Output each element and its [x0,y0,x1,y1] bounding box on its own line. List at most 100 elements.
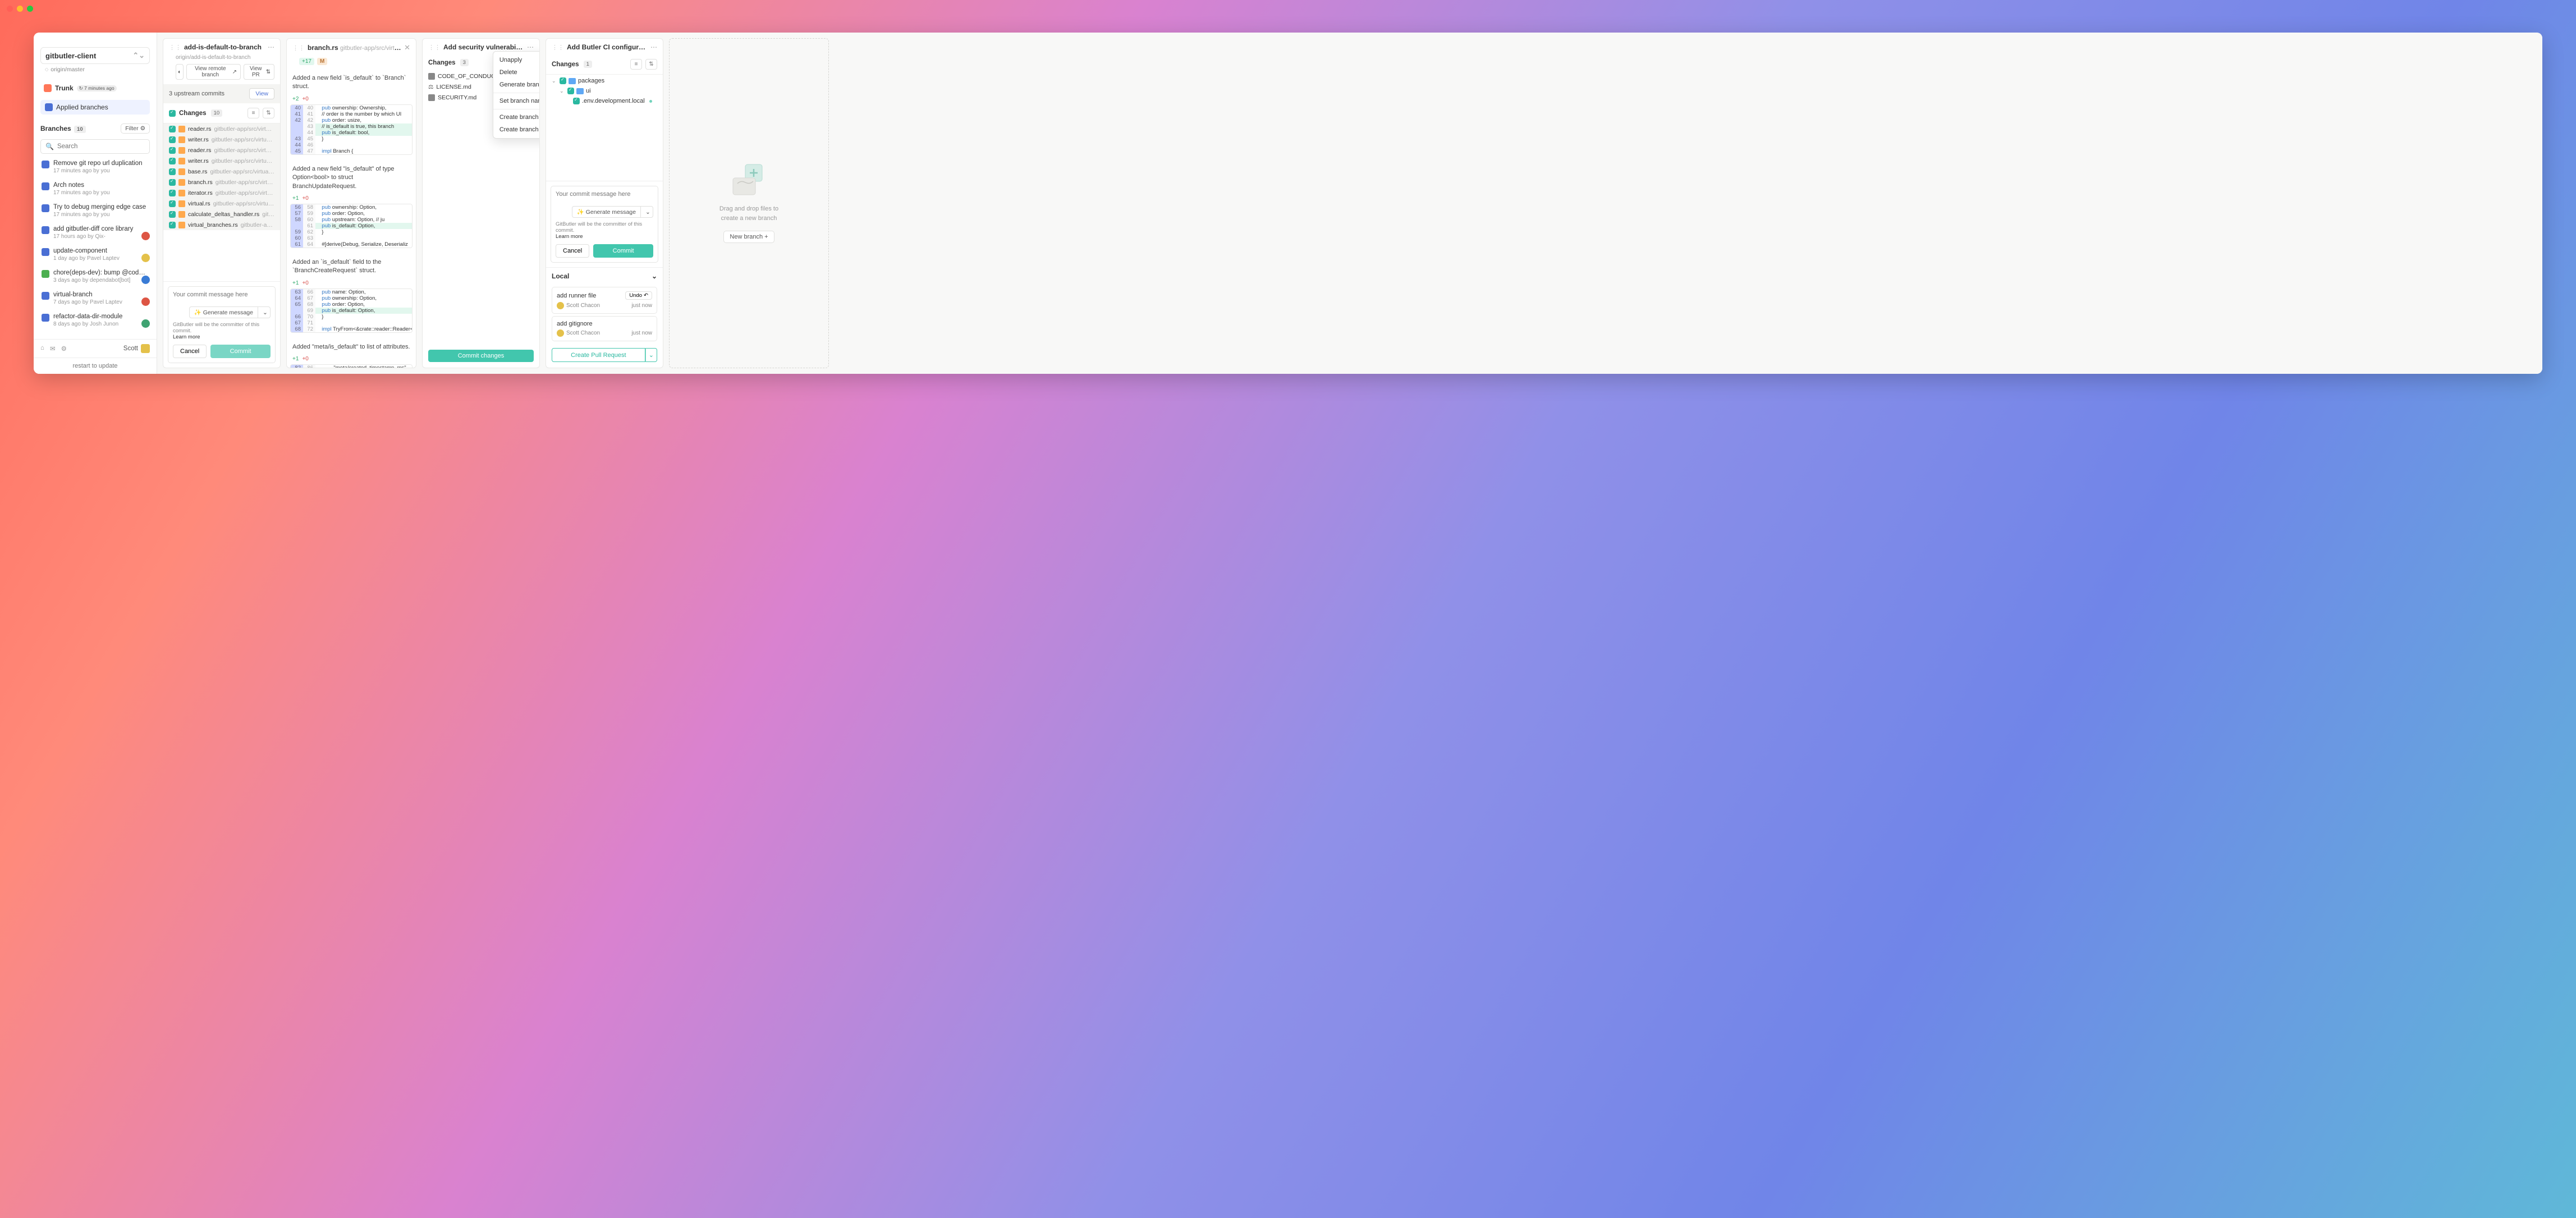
menu-delete[interactable]: Delete [493,66,540,79]
checkbox[interactable] [169,147,176,154]
filter-button[interactable]: Filter ⚙ [121,123,150,134]
file-row[interactable]: reader.rs gitbutler-app/src/virtual… [163,123,280,134]
drag-handle-icon[interactable]: ⋮⋮ [552,44,564,51]
diff-line[interactable]: 5658 pub ownership: Option, [291,204,412,210]
branch-item[interactable]: Arch notes 17 minutes ago by you [40,179,150,201]
file-row[interactable]: reader.rs gitbutler-app/src/virtual… [163,145,280,155]
trunk-row[interactable]: Trunk ↻ 7 minutes ago [40,82,150,94]
diff-line[interactable]: 4446 [291,142,412,148]
file-row[interactable]: writer.rs gitbutler-app/src/virtual_… [163,155,280,166]
commit-button[interactable]: Commit [593,244,653,258]
commit-message-input[interactable] [556,191,653,201]
branch-search[interactable]: 🔍 [40,139,150,154]
menu-generate-name[interactable]: Generate branch name [493,79,540,91]
file-row[interactable]: iterator.rs gitbutler-app/src/virtual… [163,187,280,198]
diff-line[interactable]: 6366 pub name: Option, [291,289,412,295]
checkbox[interactable] [169,136,176,143]
file-row[interactable]: writer.rs gitbutler-app/src/virtual_… [163,134,280,145]
create-pr-button[interactable]: Create Pull Request [552,348,645,362]
checkbox[interactable] [560,77,566,84]
diff-line[interactable]: 6467 pub ownership: Option, [291,295,412,301]
menu-create-after[interactable]: Create branch after [493,123,540,136]
diff-line[interactable]: 6670 } [291,314,412,320]
new-branch-dropzone[interactable]: Drag and drop files to create a new bran… [669,38,829,368]
restart-notice[interactable]: restart to update [34,358,157,374]
file-row[interactable]: base.rs gitbutler-app/src/virtual_b… [163,166,280,177]
view-pr-button[interactable]: View PR ⇅ [244,64,274,80]
home-icon[interactable]: ⌂ [40,345,44,352]
undo-button[interactable]: Undo ↶ [625,291,652,300]
kebab-icon[interactable]: ⋯ [527,43,534,51]
diff-line[interactable]: 6164 #[derive(Debug, Serialize, Deserial… [291,241,412,248]
checkbox[interactable] [573,98,580,104]
create-pr-dropdown[interactable]: ⌄ [645,348,657,362]
tree-view-button[interactable]: ⇅ [263,108,274,118]
mail-icon[interactable]: ✉ [50,345,56,352]
diff-line[interactable]: 6568 pub order: Option, [291,301,412,308]
tree-folder-ui[interactable]: ⌄ ui [546,86,663,96]
drag-handle-icon[interactable]: ⋮⋮ [428,44,441,51]
file-row[interactable]: calculate_deltas_handler.rs gitbutl… [163,209,280,219]
local-section-header[interactable]: Local ⌄ [546,267,663,285]
learn-more-link[interactable]: Learn more [173,334,200,340]
diff-line[interactable]: 4242 pub order: usize, [291,117,412,123]
diff-line[interactable]: 6872 impl TryFrom<&crate::reader::Reader… [291,326,412,332]
commit-changes-button[interactable]: Commit changes [428,350,534,362]
search-input[interactable] [57,143,145,150]
menu-create-before[interactable]: Create branch before [493,111,540,123]
close-icon[interactable]: ✕ [404,43,410,52]
generate-message-button[interactable]: ✨ Generate message [572,206,641,218]
diff-line[interactable]: 8286 "meta/created_timestamp_ms" [291,365,412,368]
select-all-checkbox[interactable] [169,110,176,117]
branch-item[interactable]: refactor-data-dir-module 8 days ago by J… [40,310,150,332]
checkbox[interactable] [169,190,176,196]
file-row[interactable]: virtual_branches.rs gitbutler-app/… [163,219,280,230]
diff-line[interactable]: 4040 pub ownership: Ownership, [291,105,412,111]
commit-card[interactable]: add gitignore Scott Chacon just now [552,316,657,341]
project-selector[interactable]: gitbutler-client ⌃⌄ [40,47,150,64]
branch-item[interactable]: Try to debug merging edge case 17 minute… [40,201,150,223]
user-menu[interactable]: Scott [123,344,150,353]
checkbox[interactable] [169,126,176,132]
diff-line[interactable]: 61 pub is_default: Option, [291,223,412,229]
menu-set-name[interactable]: Set branch name [493,95,540,107]
menu-unapply[interactable]: Unapply [493,54,540,66]
diff-line[interactable]: 69 pub is_default: Option, [291,308,412,314]
commit-card[interactable]: add runner file Undo ↶ Scott Chacon just… [552,287,657,314]
cancel-button[interactable]: Cancel [173,345,207,358]
checkbox[interactable] [169,168,176,175]
branch-item[interactable]: update-component 1 day ago by Pavel Lapt… [40,245,150,267]
checkbox[interactable] [169,158,176,164]
list-view-button[interactable]: ≡ [630,59,642,70]
checkbox[interactable] [169,222,176,228]
branch-item[interactable]: add gitbutler-diff core library 17 hours… [40,223,150,245]
branch-item[interactable]: virtual-branch 7 days ago by Pavel Lapte… [40,289,150,310]
checkbox[interactable] [169,200,176,207]
commit-message-input[interactable] [173,291,271,301]
diff-line[interactable]: 44 pub is_default: bool, [291,130,412,136]
kebab-icon[interactable]: ⋯ [650,43,657,51]
applied-branches-row[interactable]: Applied branches [40,100,150,115]
diff-line[interactable]: 6771 [291,320,412,326]
diff-line[interactable]: 43 // is_default is true, this branch [291,123,412,130]
tree-file-env[interactable]: .env.development.local [546,96,663,106]
commit-button[interactable]: Commit [210,345,271,358]
cancel-button[interactable]: Cancel [556,244,589,258]
learn-more-link[interactable]: Learn more [556,233,583,240]
kebab-icon[interactable]: ⋯ [268,43,274,51]
tree-view-button[interactable]: ⇅ [645,59,657,70]
checkbox[interactable] [169,211,176,218]
diff-line[interactable]: 4345 } [291,136,412,142]
gear-icon[interactable]: ⚙ [61,345,67,352]
diff-line[interactable]: 5759 pub order: Option, [291,210,412,217]
branch-item[interactable]: chore(deps-dev): bump @codemirror/… 3 da… [40,267,150,289]
view-upstream-button[interactable]: View [249,88,274,99]
diff-line[interactable]: 5860 pub upstream: Option, // ju [291,217,412,223]
checkbox[interactable] [169,179,176,186]
view-remote-button[interactable]: View remote branch ↗ [186,64,241,80]
generate-dropdown-button[interactable]: ⌄ [641,206,653,218]
file-row[interactable]: virtual.rs gitbutler-app/src/virtual… [163,198,280,209]
diff-line[interactable]: 5962 } [291,229,412,235]
checkbox[interactable] [567,88,574,94]
drag-handle-icon[interactable]: ⋮⋮ [169,44,181,51]
